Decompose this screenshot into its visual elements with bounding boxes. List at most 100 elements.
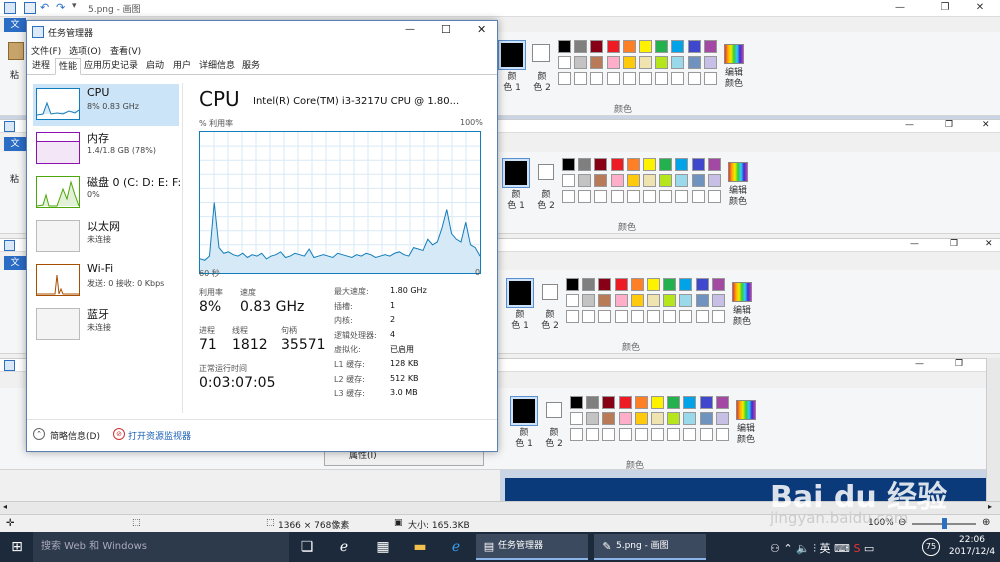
color1-selector[interactable] bbox=[510, 396, 538, 426]
color-swatch[interactable] bbox=[570, 396, 583, 409]
color-swatch[interactable] bbox=[647, 278, 660, 291]
people-icon[interactable]: ⚇ bbox=[770, 542, 780, 555]
color-swatch-empty[interactable] bbox=[691, 190, 705, 203]
edit-colors-icon[interactable] bbox=[724, 44, 744, 64]
input-method-icon[interactable]: 英 bbox=[820, 542, 831, 555]
tab-startup[interactable]: 启动 bbox=[143, 58, 167, 75]
color-swatch[interactable] bbox=[602, 396, 616, 409]
color-swatch-empty[interactable] bbox=[707, 190, 721, 203]
sidebar-item-ethernet[interactable]: 以太网 未连接 bbox=[33, 216, 179, 258]
color-swatch[interactable] bbox=[683, 412, 697, 425]
sidebar-item-disk[interactable]: 磁盘 0 (C: D: E: F: 0% bbox=[33, 172, 181, 214]
color2-selector[interactable] bbox=[546, 402, 562, 418]
color-swatch-empty[interactable] bbox=[570, 428, 583, 441]
tab-performance[interactable]: 性能 bbox=[55, 58, 82, 75]
color-swatch[interactable] bbox=[626, 174, 640, 187]
color-swatch-empty[interactable] bbox=[574, 72, 588, 85]
color-swatch[interactable] bbox=[582, 278, 596, 291]
color-swatch[interactable] bbox=[715, 396, 729, 409]
color-swatch-empty[interactable] bbox=[594, 190, 608, 203]
minimize-icon[interactable]: — bbox=[910, 239, 919, 249]
color-swatch[interactable] bbox=[687, 56, 701, 69]
color-swatch-empty[interactable] bbox=[647, 310, 660, 323]
open-resource-monitor-link[interactable]: 打开资源监视器 bbox=[128, 429, 191, 442]
color-swatch[interactable] bbox=[699, 396, 713, 409]
paint-file-tab[interactable]: 文 bbox=[4, 18, 26, 32]
color-swatch[interactable] bbox=[590, 40, 604, 53]
color-swatch[interactable] bbox=[683, 396, 697, 409]
zoom-in-icon[interactable]: ⊕ bbox=[982, 517, 990, 528]
undo-icon[interactable]: ↶ bbox=[40, 1, 49, 14]
color2-selector[interactable] bbox=[538, 164, 554, 180]
color-swatch[interactable] bbox=[582, 294, 596, 307]
color-swatch[interactable] bbox=[566, 294, 579, 307]
color-swatch[interactable] bbox=[639, 56, 652, 69]
color-swatch[interactable] bbox=[663, 294, 677, 307]
color-swatch[interactable] bbox=[663, 278, 677, 291]
menu-options[interactable]: 选项(O) bbox=[69, 44, 101, 57]
minimize-icon[interactable]: — bbox=[915, 359, 924, 369]
color-swatch-empty[interactable] bbox=[562, 190, 575, 203]
color-swatch-empty[interactable] bbox=[651, 428, 664, 441]
task-manager-titlebar[interactable]: 任务管理器 — ☐ ✕ bbox=[27, 21, 497, 43]
sidebar-item-wifi[interactable]: Wi-Fi 发送: 0 接收: 0 Kbps bbox=[33, 260, 179, 302]
scroll-left-icon[interactable]: ◂ bbox=[3, 502, 7, 511]
color-swatch-empty[interactable] bbox=[610, 190, 624, 203]
sidebar-item-memory[interactable]: 内存 1.4/1.8 GB (78%) bbox=[33, 128, 179, 170]
network-icon[interactable]: ⫶ bbox=[813, 542, 816, 555]
color-swatch-empty[interactable] bbox=[679, 310, 693, 323]
vertical-scrollbar[interactable] bbox=[986, 358, 1000, 501]
color-swatch-empty[interactable] bbox=[687, 72, 701, 85]
color-swatch[interactable] bbox=[655, 40, 669, 53]
color-swatch-empty[interactable] bbox=[622, 72, 636, 85]
color-swatch-empty[interactable] bbox=[695, 310, 709, 323]
color-swatch-empty[interactable] bbox=[598, 310, 612, 323]
color-swatch[interactable] bbox=[691, 174, 705, 187]
tab-users[interactable]: 用户 bbox=[170, 58, 194, 75]
color-swatch-empty[interactable] bbox=[703, 72, 717, 85]
restore-icon[interactable]: ❐ bbox=[950, 239, 958, 249]
save-icon[interactable] bbox=[24, 2, 36, 14]
color1-selector[interactable] bbox=[498, 40, 526, 70]
color-swatch[interactable] bbox=[606, 56, 620, 69]
color-swatch-empty[interactable] bbox=[630, 310, 644, 323]
color-swatch[interactable] bbox=[651, 412, 664, 425]
color-swatch[interactable] bbox=[586, 412, 600, 425]
color-swatch[interactable] bbox=[606, 40, 620, 53]
color-swatch[interactable] bbox=[598, 294, 612, 307]
color-swatch[interactable] bbox=[707, 174, 721, 187]
store-icon[interactable]: ▦ bbox=[374, 538, 392, 556]
color-swatch[interactable] bbox=[643, 158, 656, 171]
start-windows-icon[interactable]: ⊞ bbox=[8, 538, 26, 556]
edge-browser-icon[interactable]: ℯ bbox=[335, 538, 353, 556]
color-swatch-empty[interactable] bbox=[626, 190, 640, 203]
color2-selector[interactable] bbox=[532, 44, 550, 62]
tab-app-history[interactable]: 应用历史记录 bbox=[81, 58, 141, 75]
color-swatch-empty[interactable] bbox=[663, 310, 677, 323]
color-swatch[interactable] bbox=[594, 158, 608, 171]
color-swatch[interactable] bbox=[711, 294, 725, 307]
color-swatch-empty[interactable] bbox=[578, 190, 592, 203]
color1-selector[interactable] bbox=[506, 278, 534, 308]
color-swatch-empty[interactable] bbox=[634, 428, 648, 441]
color-swatch[interactable] bbox=[618, 412, 632, 425]
color-swatch-empty[interactable] bbox=[590, 72, 604, 85]
color-swatch[interactable] bbox=[586, 396, 600, 409]
color-swatch-empty[interactable] bbox=[606, 72, 620, 85]
color-swatch[interactable] bbox=[610, 174, 624, 187]
show-hidden-icons[interactable]: ⌃ bbox=[783, 542, 792, 555]
color-swatch-empty[interactable] bbox=[699, 428, 713, 441]
sidebar-item-bluetooth[interactable]: 蓝牙 未连接 bbox=[33, 304, 179, 346]
paste-icon[interactable] bbox=[8, 42, 24, 60]
color-swatch[interactable] bbox=[675, 174, 689, 187]
color-swatch[interactable] bbox=[614, 294, 628, 307]
ie-browser-icon[interactable]: ℯ bbox=[447, 538, 465, 556]
color-swatch[interactable] bbox=[622, 40, 636, 53]
color-swatch[interactable] bbox=[651, 396, 664, 409]
color-swatch[interactable] bbox=[691, 158, 705, 171]
security-icon[interactable]: S bbox=[853, 542, 860, 555]
color-swatch[interactable] bbox=[602, 412, 616, 425]
color-swatch[interactable] bbox=[590, 56, 604, 69]
edit-colors-icon[interactable] bbox=[728, 162, 748, 182]
color-swatch-empty[interactable] bbox=[586, 428, 600, 441]
